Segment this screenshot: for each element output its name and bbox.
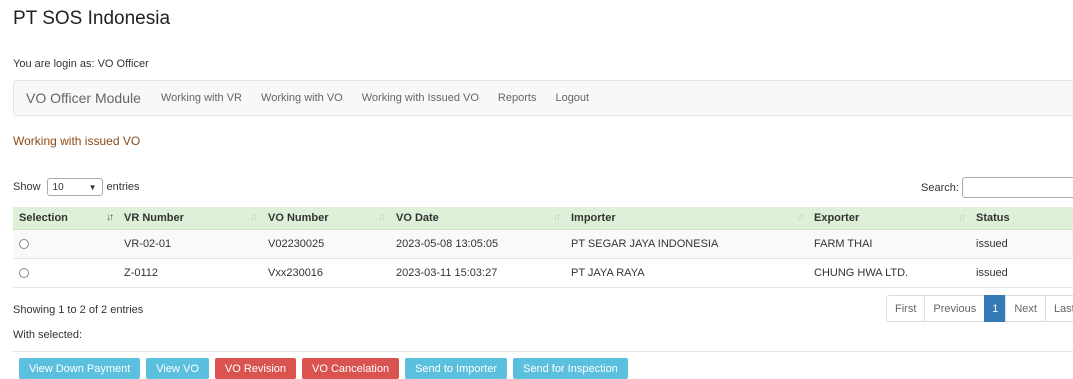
action-buttons: View Down Payment View VO VO Revision VO… xyxy=(19,358,634,379)
page-1-button[interactable]: 1 xyxy=(984,295,1007,322)
page-previous-button[interactable]: Previous xyxy=(924,295,986,322)
nav-link-working-with-issued-vo[interactable]: Working with Issued VO xyxy=(362,92,479,104)
nav-link-working-with-vo[interactable]: Working with VO xyxy=(261,92,343,104)
table-row: Z-0112 Vxx230016 2023-03-11 15:03:27 PT … xyxy=(13,258,1073,288)
column-header-selection[interactable]: Selection ↓↑ xyxy=(13,207,118,230)
column-header-exporter[interactable]: Exporter ↓↑ xyxy=(808,207,970,230)
vo-date-cell: 2023-05-08 13:05:05 xyxy=(390,229,565,259)
nav-link-working-with-vr[interactable]: Working with VR xyxy=(161,92,242,104)
row-select-radio[interactable] xyxy=(19,239,29,250)
entries-select[interactable]: 10 ▼ xyxy=(46,178,103,196)
column-header-vr-number[interactable]: VR Number ↓↑ xyxy=(118,207,262,230)
page-next-button[interactable]: Next xyxy=(1005,295,1046,322)
view-vo-button[interactable]: View VO xyxy=(146,358,209,379)
exporter-cell: FARM THAI xyxy=(808,229,970,259)
issued-vo-table: Selection ↓↑ VR Number ↓↑ VO Number ↓↑ VO D… xyxy=(13,207,1073,288)
section-heading: Working with issued VO xyxy=(13,134,141,148)
nav-link-reports[interactable]: Reports xyxy=(498,92,537,104)
company-title: PT SOS Indonesia xyxy=(13,8,171,29)
nav-link-logout[interactable]: Logout xyxy=(555,92,589,104)
entries-label: entries xyxy=(106,181,140,193)
table-info: Showing 1 to 2 of 2 entries xyxy=(13,304,144,316)
column-header-vo-date[interactable]: VO Date ↓↑ xyxy=(390,207,565,230)
show-label: Show xyxy=(13,181,41,193)
row-select-cell xyxy=(13,258,118,288)
navbar: VO Officer Module Working with VR Workin… xyxy=(13,80,1073,116)
sort-icon: ↓↑ xyxy=(553,212,561,223)
vo-date-cell: 2023-03-11 15:03:27 xyxy=(390,258,565,288)
importer-cell: PT SEGAR JAYA INDONESIA xyxy=(565,229,808,259)
column-header-importer[interactable]: Importer ↓↑ xyxy=(565,207,808,230)
sort-icon: ↓↑ xyxy=(106,212,114,223)
column-header-status[interactable]: Status↓↑ xyxy=(970,207,1073,230)
login-info: You are login as: VO Officer xyxy=(13,58,149,70)
exporter-cell: CHUNG HWA LTD. xyxy=(808,258,970,288)
send-to-importer-button[interactable]: Send to Importer xyxy=(405,358,508,379)
send-for-inspection-button[interactable]: Send for Inspection xyxy=(513,358,628,379)
row-select-cell xyxy=(13,229,118,259)
table-header-row: Selection ↓↑ VR Number ↓↑ VO Number ↓↑ VO D… xyxy=(13,207,1073,230)
sort-icon: ↓↑ xyxy=(958,212,966,223)
vo-number-cell: V02230025 xyxy=(262,229,390,259)
sort-icon: ↓↑ xyxy=(378,212,386,223)
vo-revision-button[interactable]: VO Revision xyxy=(214,358,297,379)
search-label: Search: xyxy=(921,181,959,194)
vr-number-cell: VR-02-01 xyxy=(118,229,262,259)
importer-cell: PT JAYA RAYA xyxy=(565,258,808,288)
nav-brand[interactable]: VO Officer Module xyxy=(26,90,141,106)
entries-length-control: Show 10 ▼ entries xyxy=(13,178,140,196)
vr-number-cell: Z-0112 xyxy=(118,258,262,288)
pagination: First Previous 1 Next Last xyxy=(886,295,1073,322)
vo-cancelation-button[interactable]: VO Cancelation xyxy=(302,358,400,379)
action-divider xyxy=(13,351,1073,352)
row-select-radio[interactable] xyxy=(19,268,29,279)
status-cell: issued xyxy=(970,258,1073,288)
column-header-vo-number[interactable]: VO Number ↓↑ xyxy=(262,207,390,230)
chevron-down-icon: ▼ xyxy=(88,182,97,192)
page-first-button[interactable]: First xyxy=(886,295,926,322)
vo-number-cell: Vxx230016 xyxy=(262,258,390,288)
with-selected-label: With selected: xyxy=(13,329,83,341)
search-input[interactable] xyxy=(961,177,1073,198)
search-control: Search: xyxy=(921,177,1073,198)
view-down-payment-button[interactable]: View Down Payment xyxy=(19,358,141,379)
entries-select-value: 10 xyxy=(52,181,64,193)
status-cell: issued xyxy=(970,229,1073,259)
table-row: VR-02-01 V02230025 2023-05-08 13:05:05 P… xyxy=(13,229,1073,259)
sort-icon: ↓↑ xyxy=(796,212,804,223)
sort-icon: ↓↑ xyxy=(250,212,258,223)
page-last-button[interactable]: Last xyxy=(1044,295,1073,322)
